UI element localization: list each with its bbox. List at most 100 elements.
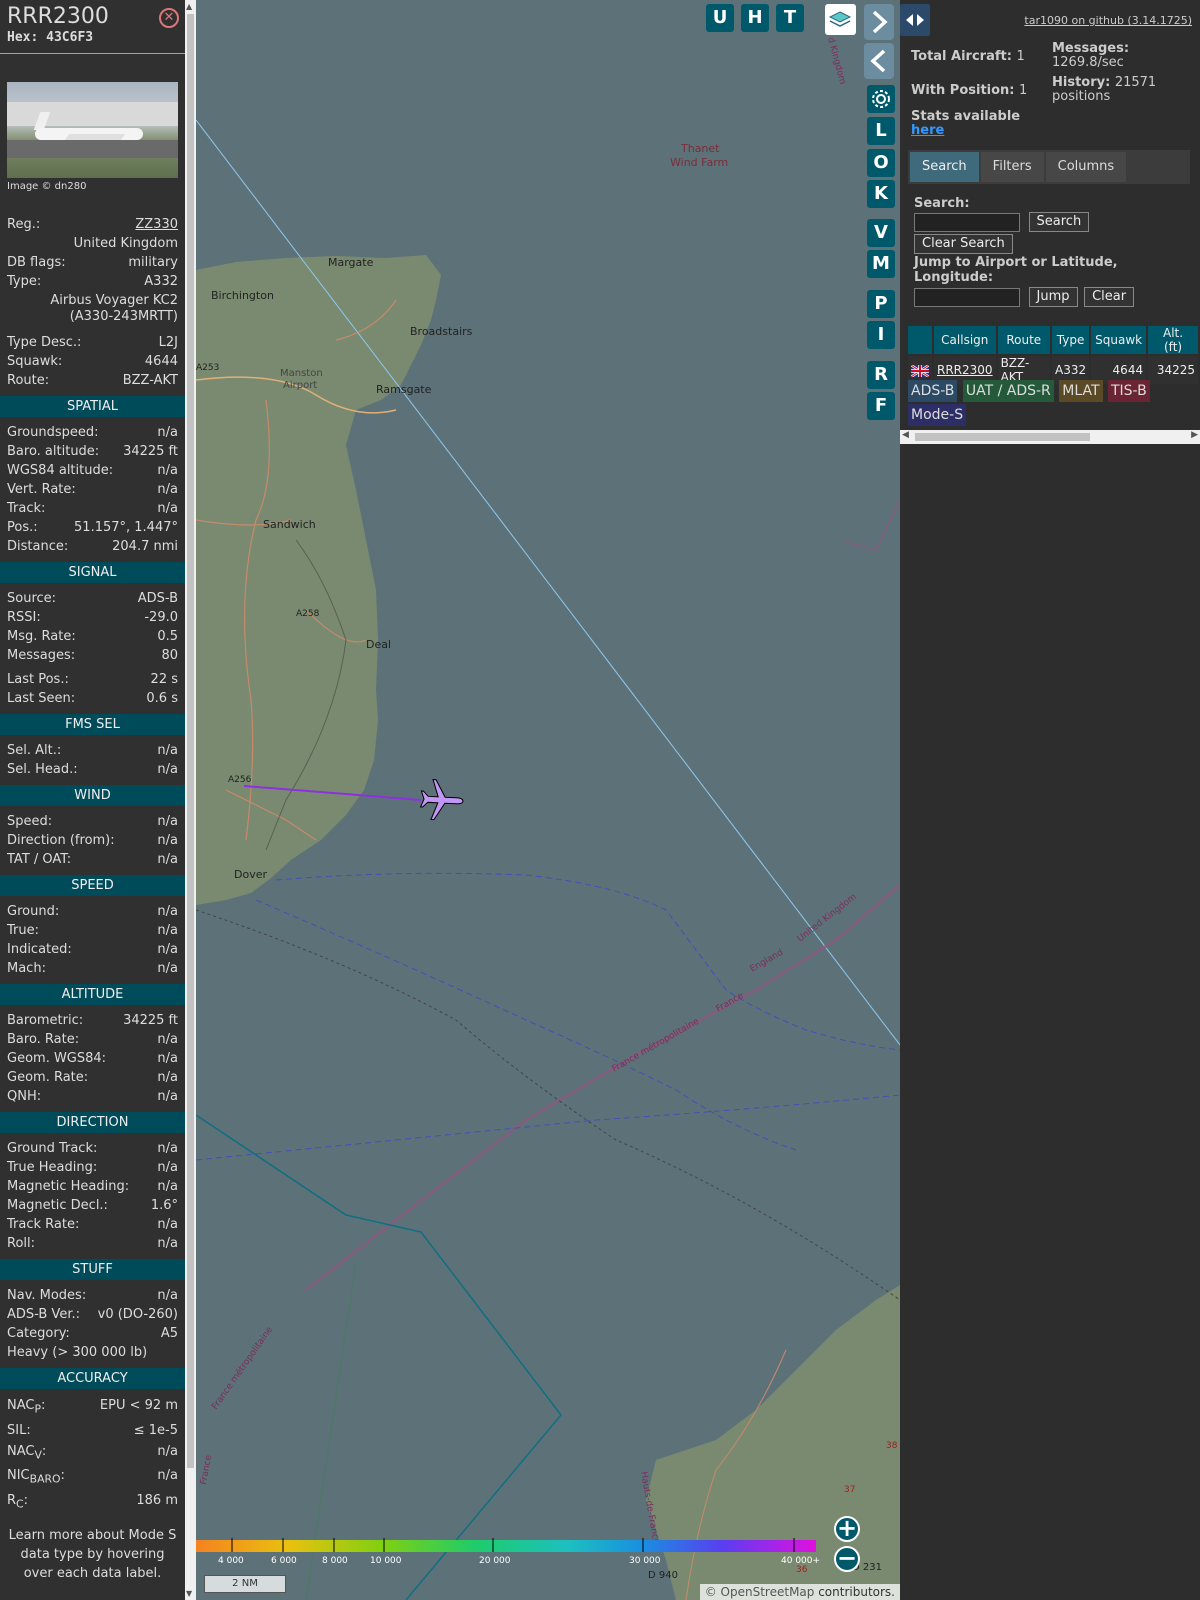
jump-input[interactable] — [914, 287, 1020, 307]
map-button-u[interactable]: U — [706, 4, 734, 32]
osm-link[interactable]: © OpenStreetMap — [705, 1585, 815, 1599]
map-canvas[interactable]: Margate Birchington Broadstairs Manston … — [196, 0, 900, 1600]
section-stuff[interactable]: STUFF — [0, 1259, 185, 1280]
clear-button[interactable]: Clear — [1084, 287, 1135, 307]
aircraft-marker-icon — [419, 779, 464, 821]
collapse-left-button[interactable] — [864, 43, 894, 79]
section-accuracy[interactable]: ACCURACY — [0, 1368, 185, 1389]
map-button-i[interactable]: I — [867, 321, 895, 349]
messages-rate: Messages: 1269.8/sec — [1052, 41, 1130, 70]
info-panel-scrollbar[interactable]: ▲ ▼ — [185, 0, 196, 1600]
aircraft-photo[interactable] — [7, 82, 178, 178]
map-button-t[interactable]: T — [776, 4, 804, 32]
tab-search[interactable]: Search — [910, 152, 979, 182]
tab-columns[interactable]: Columns — [1045, 152, 1127, 182]
layers-button[interactable] — [825, 4, 856, 35]
scroll-up-icon[interactable]: ▲ — [186, 2, 192, 11]
expand-right-button[interactable] — [864, 4, 894, 40]
col-flag[interactable] — [908, 326, 932, 354]
label-england: England — [749, 948, 786, 975]
tab-filters[interactable]: Filters — [980, 152, 1044, 182]
info-row: Last Pos.: 22 s — [7, 672, 178, 687]
map-button-v[interactable]: V — [867, 219, 895, 247]
info-row: Pos.: 51.157°, 1.447° — [7, 520, 178, 535]
col-callsign[interactable]: Callsign — [934, 326, 996, 354]
aircraft-info-panel: RRR2300 Hex: 43C6F3 ✕ Image © dn280 Reg.… — [0, 0, 185, 1600]
section-signal[interactable]: SIGNAL — [0, 562, 185, 583]
info-row: Track: n/a — [7, 501, 178, 516]
map-button-p[interactable]: P — [867, 290, 895, 318]
info-row: Geom. Rate: n/a — [7, 1070, 178, 1085]
info-row: Roll: n/a — [7, 1236, 178, 1251]
alt-scale-label: 10 000 — [370, 1556, 402, 1566]
section-altitude[interactable]: ALTITUDE — [0, 984, 185, 1005]
stats-available: Stats available here — [911, 109, 1021, 138]
map-view[interactable]: Margate Birchington Broadstairs Manston … — [196, 0, 900, 1600]
label-thanet: Thanet — [680, 142, 720, 155]
label-36: 36 — [796, 1565, 808, 1575]
label-dover: Dover — [234, 868, 267, 881]
close-icon[interactable]: ✕ — [159, 8, 179, 28]
map-button-r[interactable]: R — [867, 361, 895, 389]
section-wind[interactable]: WIND — [0, 785, 185, 806]
label-deal: Deal — [366, 638, 391, 651]
map-button-o[interactable]: O — [867, 149, 895, 177]
registration-link[interactable]: ZZ330 — [135, 215, 178, 234]
map-scale: 2 NM — [204, 1575, 286, 1593]
selected-callsign: RRR2300 — [7, 4, 109, 29]
scrollbar-thumb[interactable] — [187, 14, 194, 1468]
map-button-m[interactable]: M — [867, 250, 895, 278]
info-row-type: Type: A332 — [7, 274, 178, 289]
section-direction[interactable]: DIRECTION — [0, 1112, 185, 1133]
map-button-h[interactable]: H — [741, 4, 769, 32]
info-row-route: Route: BZZ-AKT — [7, 373, 178, 388]
table-horizontal-scrollbar[interactable]: ◀ ▶ — [900, 430, 1200, 444]
toggle-sidebar-button[interactable] — [900, 4, 930, 36]
layers-icon — [828, 11, 852, 27]
table-header-row: Callsign Route Type Squawk Alt. (ft) — [908, 326, 1198, 354]
section-speed[interactable]: SPEED — [0, 875, 185, 896]
info-row: Category: A5 — [7, 1326, 178, 1341]
info-row: WGS84 altitude: n/a — [7, 463, 178, 478]
legend-modes: Mode-S — [908, 404, 967, 426]
scroll-left-icon[interactable]: ◀ — [902, 430, 909, 440]
settings-button[interactable] — [867, 85, 895, 113]
search-input[interactable] — [914, 212, 1020, 232]
col-type[interactable]: Type — [1052, 326, 1090, 354]
map-button-f[interactable]: F — [867, 392, 895, 420]
legend-uat: UAT / ADS-R — [962, 380, 1054, 402]
map-button-l[interactable]: L — [867, 117, 895, 145]
aircraft-table: Callsign Route Type Squawk Alt. (ft) RRR… — [906, 324, 1200, 386]
scroll-right-icon[interactable]: ▶ — [1191, 430, 1198, 440]
clear-search-button[interactable]: Clear Search — [914, 234, 1013, 254]
map-button-k[interactable]: K — [867, 180, 895, 208]
col-route[interactable]: Route — [997, 326, 1050, 354]
col-altitude[interactable]: Alt. (ft) — [1148, 326, 1198, 354]
info-row-sil: SIL: ≤ 1e-5 — [7, 1422, 178, 1438]
github-link[interactable]: tar1090 on github (3.14.1725) — [1024, 14, 1192, 27]
zoom-out-button[interactable]: − — [834, 1546, 860, 1572]
info-row: Baro. altitude: 34225 ft — [7, 444, 178, 459]
search-button[interactable]: Search — [1028, 212, 1090, 232]
info-row: Ground: n/a — [7, 904, 178, 919]
chevron-left-icon — [870, 49, 886, 73]
label-margate: Margate — [328, 256, 374, 269]
col-squawk[interactable]: Squawk — [1091, 326, 1147, 354]
info-row-nacp: NACP: EPU < 92 m — [7, 1398, 178, 1416]
stats-here-link[interactable]: here — [911, 123, 944, 138]
label-38: 38 — [886, 1441, 898, 1451]
info-row: Barometric: 34225 ft — [7, 1013, 178, 1028]
scroll-down-icon[interactable]: ▼ — [186, 1589, 192, 1598]
alt-scale-label: 40 000+ — [781, 1556, 820, 1566]
info-row: Source: ADS-B — [7, 591, 178, 606]
category-desc: Heavy (> 300 000 lb) — [7, 1345, 148, 1360]
scrollbar-thumb[interactable] — [915, 433, 1090, 441]
jump-button[interactable]: Jump — [1028, 287, 1078, 307]
alt-scale-label: 4 000 — [218, 1556, 244, 1566]
section-spatial[interactable]: SPATIAL — [0, 396, 185, 417]
info-row: Msg. Rate: 0.5 — [7, 629, 178, 644]
label-uk: United Kingdom — [796, 892, 859, 944]
section-fms[interactable]: FMS SEL — [0, 714, 185, 735]
zoom-in-button[interactable]: + — [834, 1516, 860, 1542]
info-row: Geom. WGS84: n/a — [7, 1051, 178, 1066]
